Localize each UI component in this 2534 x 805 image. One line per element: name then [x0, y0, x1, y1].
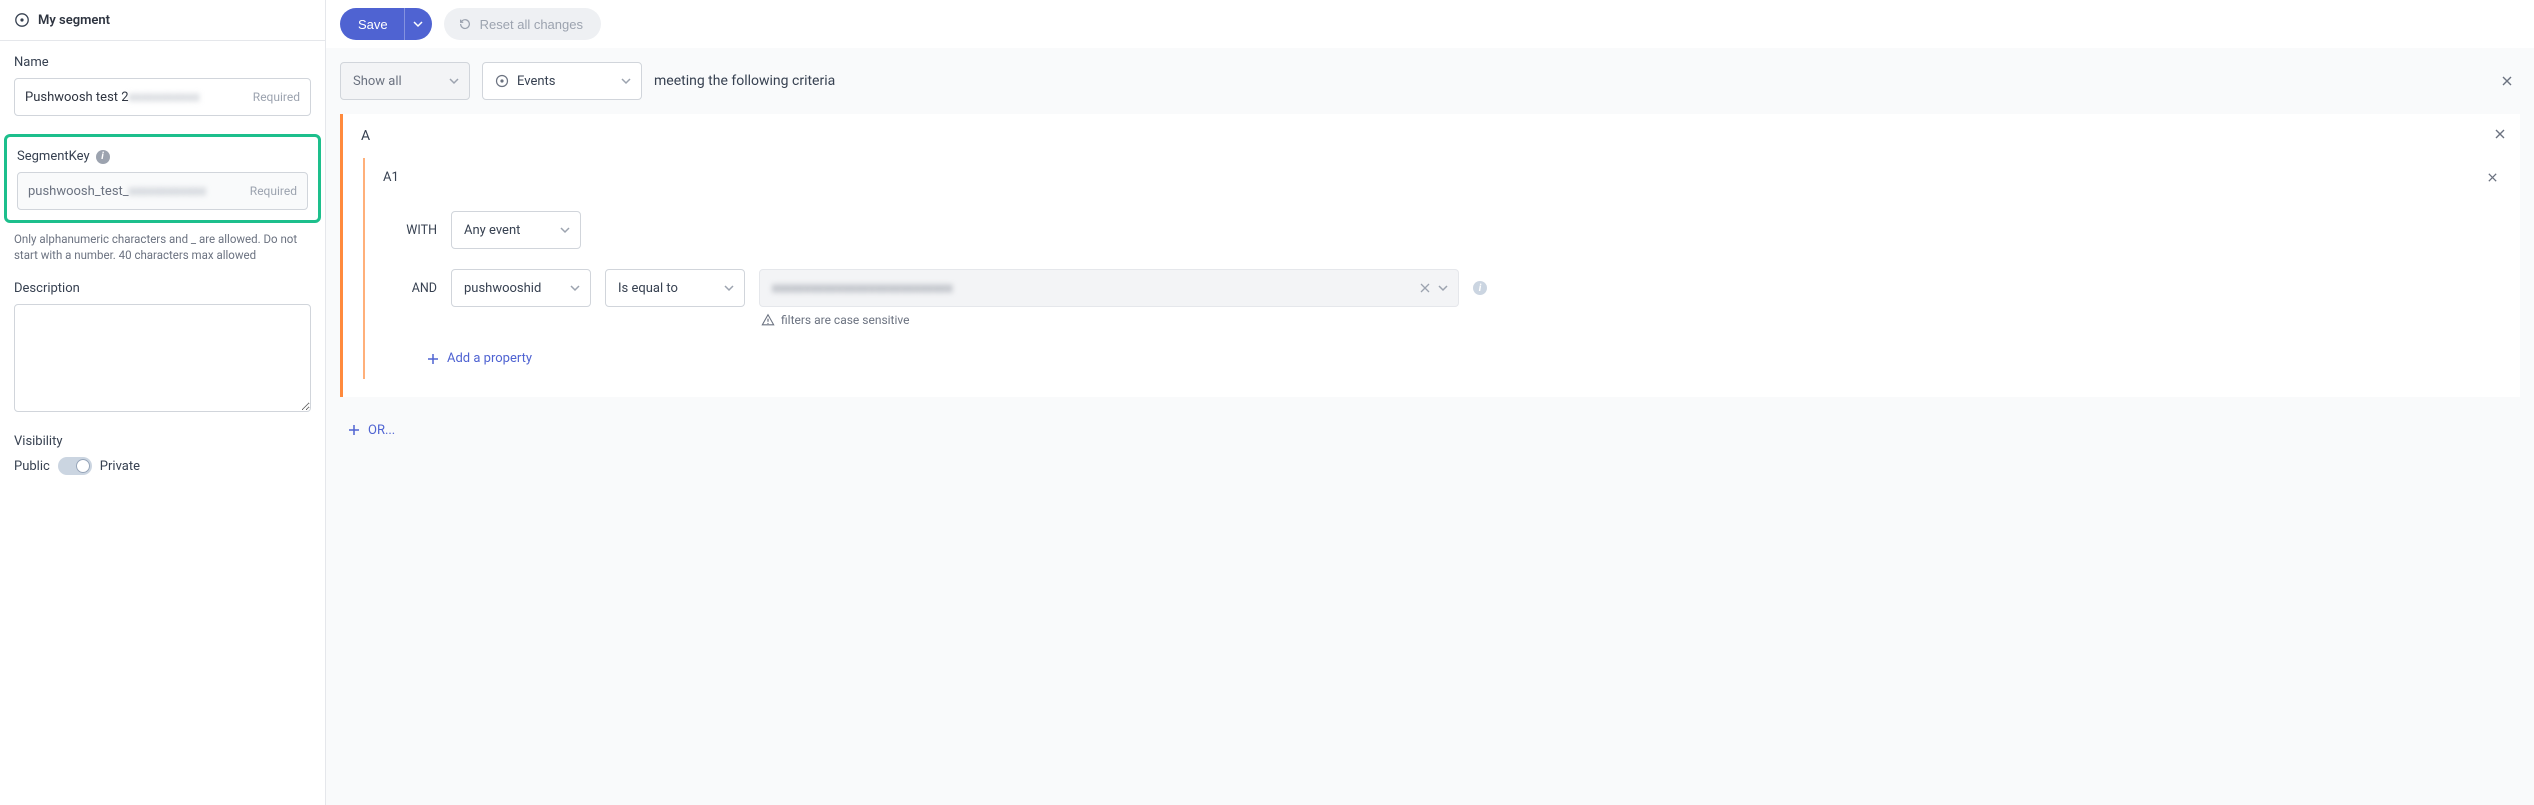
- criteria-close-button[interactable]: [2494, 68, 2520, 94]
- criteria-text: meeting the following criteria: [654, 73, 835, 89]
- value-text: xxxxxxxxxxxxxxxxxxxxxxxxxxxx: [772, 281, 953, 296]
- with-row: WITH Any event: [383, 211, 2502, 249]
- group-label: A: [361, 128, 2502, 144]
- showall-label: Show all: [353, 74, 402, 89]
- value-clear-button[interactable]: [1420, 283, 1430, 293]
- visibility-field: Visibility Public Private: [14, 434, 311, 475]
- segmentkey-label-text: SegmentKey: [17, 149, 90, 164]
- reset-button-label: Reset all changes: [480, 17, 583, 32]
- visibility-private: Private: [100, 459, 140, 474]
- close-icon: [2500, 74, 2514, 88]
- sub-group: A1 WITH Any event AND: [363, 158, 2502, 379]
- sidebar: My segment Name Pushwoosh test 2 xxxxxxx…: [0, 0, 326, 805]
- chevron-down-icon: [724, 283, 734, 293]
- and-row: AND pushwooshid Is equal to xxxxxxxxxxxx…: [383, 269, 2502, 307]
- segmentkey-input-wrap[interactable]: pushwoosh_test_ xxxxxxxxxxxx Required: [17, 172, 308, 210]
- name-blur: xxxxxxxxxxx: [129, 90, 200, 105]
- main: Save Reset all changes Show all Events: [326, 0, 2534, 805]
- segmentkey-highlight: SegmentKey i pushwoosh_test_ xxxxxxxxxxx…: [4, 134, 321, 223]
- sub-close-button[interactable]: [2483, 168, 2502, 187]
- showall-select[interactable]: Show all: [340, 62, 470, 100]
- segmentkey-hint: Only alphanumeric characters and _ are a…: [14, 231, 311, 263]
- info-icon[interactable]: i: [1473, 281, 1487, 295]
- segmentkey-value: pushwoosh_test_: [28, 184, 129, 199]
- or-button[interactable]: OR...: [348, 423, 2534, 438]
- undo-icon: [458, 17, 472, 31]
- or-label: OR...: [368, 423, 395, 438]
- add-property-label: Add a property: [447, 351, 532, 366]
- segment-icon: [14, 12, 30, 28]
- description-label: Description: [14, 281, 311, 296]
- criteria-bar: Show all Events meeting the following cr…: [326, 48, 2534, 114]
- property-select[interactable]: pushwooshid: [451, 269, 591, 307]
- chevron-down-icon: [570, 283, 580, 293]
- group-close-button[interactable]: [2490, 124, 2510, 144]
- events-select[interactable]: Events: [482, 62, 642, 100]
- and-label: AND: [383, 281, 437, 296]
- with-label: WITH: [383, 223, 437, 238]
- name-input-wrap[interactable]: Pushwoosh test 2 xxxxxxxxxxx Required: [14, 78, 311, 116]
- segmentkey-blur: xxxxxxxxxxxx: [129, 184, 206, 199]
- add-property-button[interactable]: Add a property: [427, 351, 532, 366]
- reset-button[interactable]: Reset all changes: [444, 8, 601, 40]
- operator-select-label: Is equal to: [618, 281, 678, 296]
- description-textarea[interactable]: [14, 304, 311, 412]
- save-button[interactable]: Save: [340, 8, 432, 40]
- name-field: Name Pushwoosh test 2 xxxxxxxxxxx Requir…: [14, 55, 311, 116]
- plus-icon: [348, 424, 360, 436]
- name-value: Pushwoosh test 2: [25, 90, 129, 105]
- close-icon: [2494, 128, 2506, 140]
- visibility-toggle[interactable]: [58, 457, 92, 475]
- close-icon: [2487, 172, 2498, 183]
- event-select[interactable]: Any event: [451, 211, 581, 249]
- plus-icon: [427, 353, 439, 365]
- chevron-down-icon: [413, 19, 423, 29]
- case-note-text: filters are case sensitive: [781, 313, 910, 327]
- property-select-label: pushwooshid: [464, 281, 541, 296]
- description-field: Description: [14, 281, 311, 416]
- sidebar-title: My segment: [38, 13, 110, 28]
- save-dropdown[interactable]: [404, 8, 432, 40]
- event-select-label: Any event: [464, 223, 520, 238]
- name-required: Required: [247, 90, 300, 104]
- chevron-down-icon: [449, 76, 459, 86]
- toolbar: Save Reset all changes: [326, 0, 2534, 48]
- close-icon: [1420, 283, 1430, 293]
- info-icon[interactable]: i: [96, 150, 110, 164]
- segmentkey-required: Required: [244, 184, 297, 198]
- sub-label: A1: [383, 170, 399, 185]
- visibility-label: Visibility: [14, 434, 311, 449]
- events-label: Events: [517, 74, 555, 89]
- case-note: filters are case sensitive: [761, 313, 2502, 327]
- visibility-public: Public: [14, 459, 50, 474]
- sidebar-header: My segment: [0, 0, 325, 41]
- event-icon: [495, 74, 509, 88]
- builder-group: A A1 WITH Any event: [340, 114, 2520, 397]
- operator-select[interactable]: Is equal to: [605, 269, 745, 307]
- chevron-down-icon: [560, 225, 570, 235]
- name-label: Name: [14, 55, 311, 70]
- value-input[interactable]: xxxxxxxxxxxxxxxxxxxxxxxxxxxx: [759, 269, 1459, 307]
- chevron-down-icon: [1438, 283, 1448, 293]
- save-button-label: Save: [340, 17, 404, 32]
- segmentkey-label: SegmentKey i: [17, 149, 308, 164]
- chevron-down-icon: [621, 76, 631, 86]
- warning-icon: [761, 313, 775, 327]
